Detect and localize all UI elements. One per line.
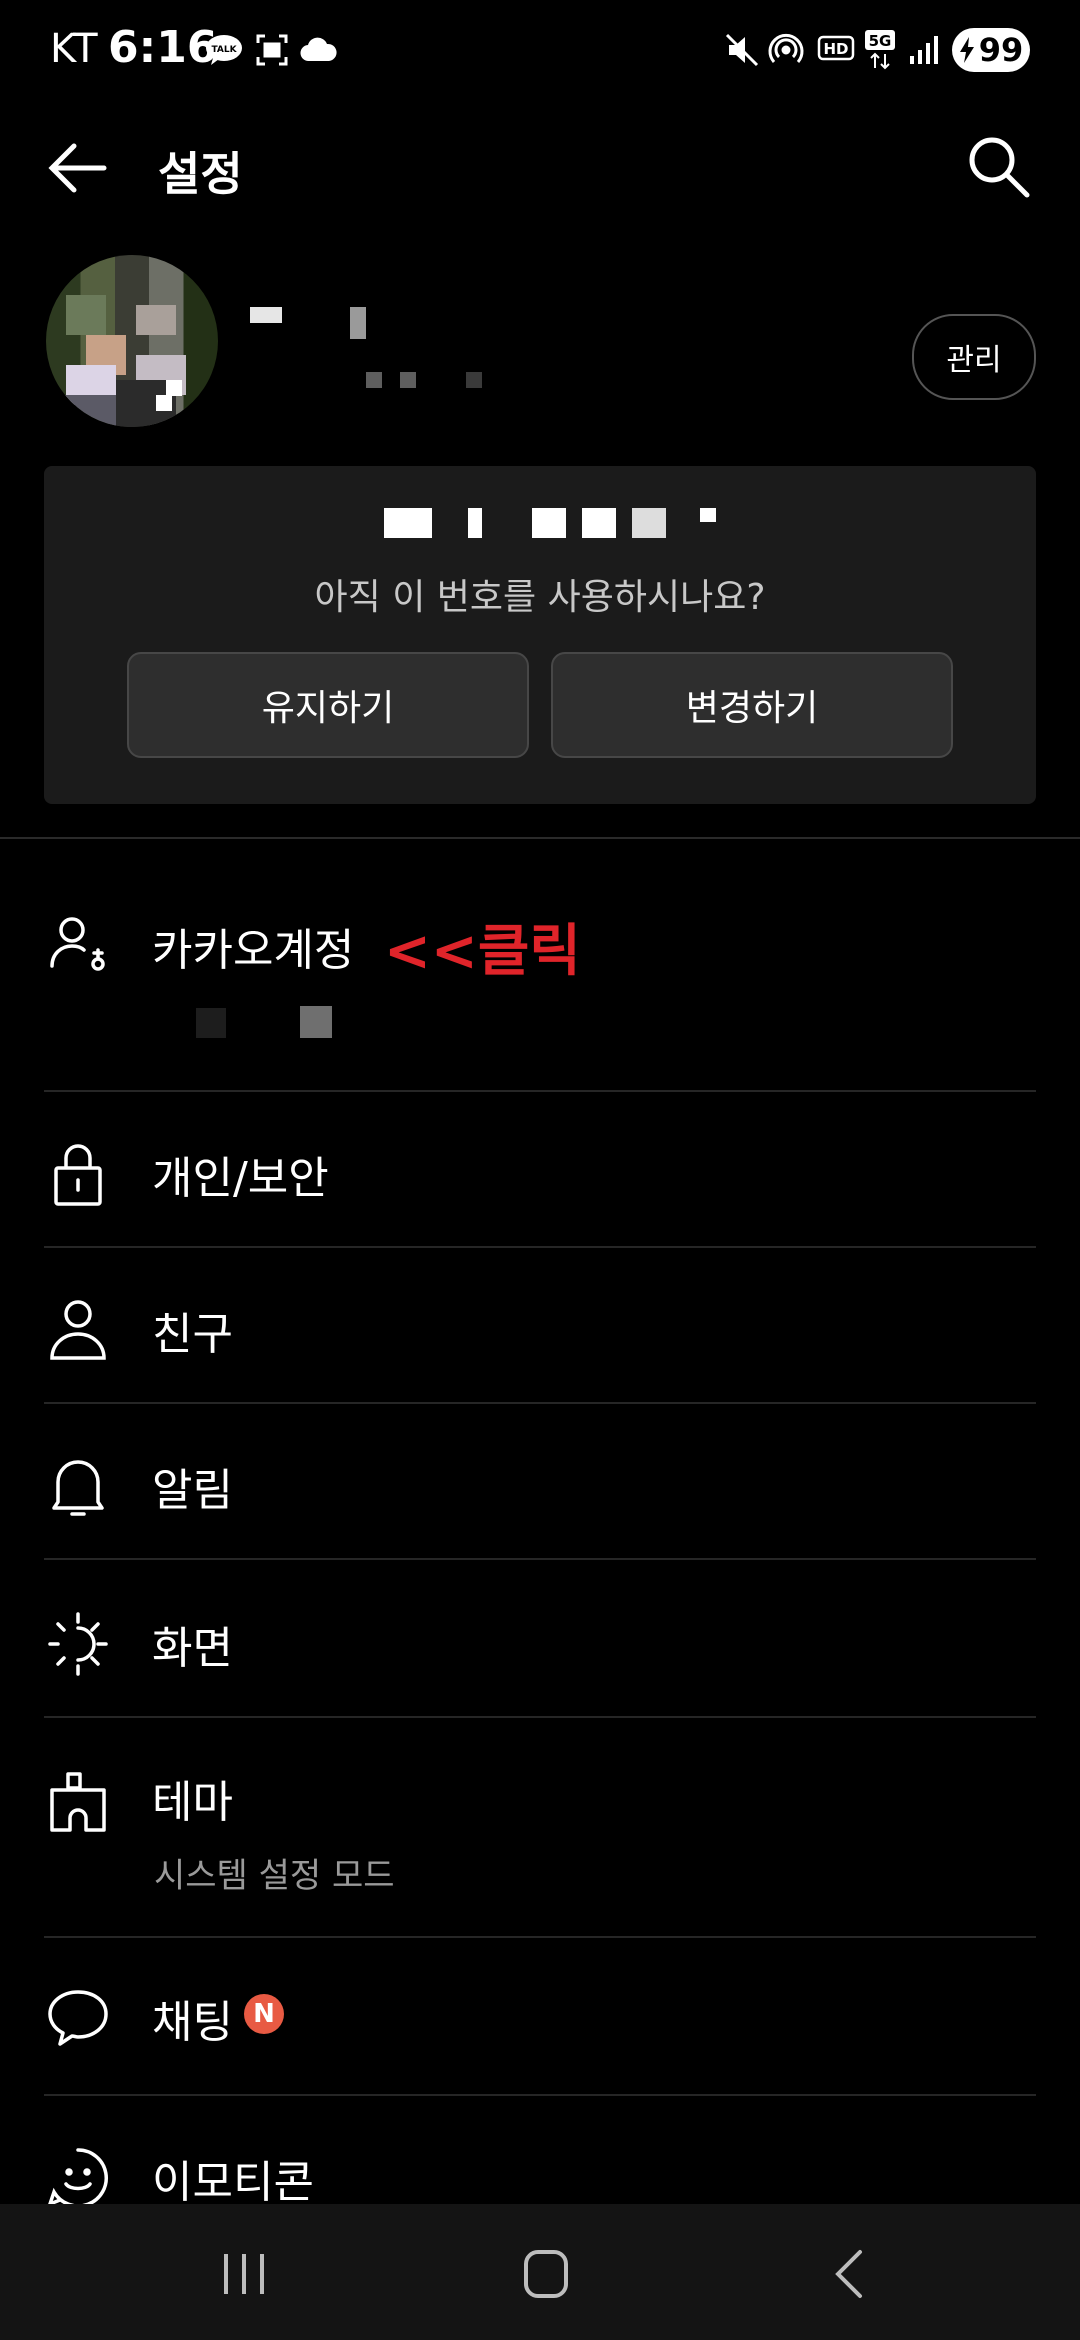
phone-number-redacted-2 (468, 508, 482, 538)
status-bar: KT 6:16 TALK HD 5G 99 (0, 0, 1080, 100)
emoticon-icon (44, 2144, 112, 2212)
carrier-label: KT (50, 26, 98, 72)
account-email-redacted-2 (300, 1006, 332, 1038)
menu-label-kakao-account: 카카오계정 (152, 925, 355, 976)
hd-icon: HD (816, 30, 856, 70)
profile-id-redacted-3 (466, 372, 482, 388)
menu-label-privacy-security: 개인/보안 (152, 1153, 329, 1204)
phone-number-redacted (384, 508, 432, 538)
profile-id-redacted (366, 372, 382, 388)
theme-icon (44, 1768, 112, 1836)
profile-id-redacted-2 (400, 372, 416, 388)
home-icon (524, 2250, 568, 2298)
recents-button[interactable] (204, 2242, 284, 2306)
signal-icon (906, 30, 942, 70)
page-title: 설정 (158, 147, 243, 201)
theme-mode-subtitle: 시스템 설정 모드 (154, 1856, 395, 1896)
number-question-text: 아직 이 번호를 사용하시나요? (314, 577, 766, 618)
nav-back-icon (835, 2250, 862, 2298)
clock: 6:16 (108, 22, 218, 73)
battery-icon: 99 (952, 28, 1030, 72)
menu-item-emoticon[interactable]: 이모티콘 (44, 2096, 1036, 2208)
menu-item-privacy-security[interactable]: 개인/보안 (44, 1092, 1036, 1248)
phone-number-redacted-6 (700, 508, 716, 522)
menu-label-emoticon: 이모티콘 (152, 2157, 314, 2208)
menu-label-display: 화면 (152, 1623, 233, 1674)
recents-icon (224, 2254, 264, 2294)
profile-name-redacted-2 (350, 307, 366, 339)
chat-icon (44, 1984, 112, 2052)
5g-icon: 5G (862, 30, 898, 70)
back-arrow-icon (48, 143, 107, 193)
menu-label-chat: 채팅 (152, 1997, 233, 2048)
menu-item-notifications[interactable]: 알림 (44, 1404, 1036, 1560)
brightness-icon (44, 1610, 112, 1678)
phone-number-redacted-3 (532, 508, 566, 538)
profile-name-redacted (250, 307, 282, 323)
keep-number-button[interactable]: 유지하기 (127, 652, 529, 758)
menu-item-display[interactable]: 화면 (44, 1560, 1036, 1718)
section-divider (0, 837, 1080, 839)
svg-text:5G: 5G (869, 32, 892, 50)
avatar[interactable] (46, 255, 218, 427)
svg-text:TALK: TALK (211, 45, 237, 55)
search-button[interactable] (962, 130, 1034, 202)
menu-label-friends: 친구 (152, 1309, 233, 1360)
system-navigation-bar (0, 2204, 1080, 2340)
account-icon (44, 912, 112, 980)
mute-icon (724, 30, 760, 70)
menu-item-kakao-account[interactable]: 카카오계정 <<클릭 (44, 900, 1036, 1092)
click-annotation: <<클릭 (384, 919, 581, 984)
person-icon (44, 1296, 112, 1364)
back-button[interactable] (44, 132, 116, 204)
phone-number-redacted-5 (632, 508, 666, 538)
menu-label-notifications: 알림 (152, 1465, 233, 1516)
new-badge: N (244, 1994, 284, 2034)
menu-item-theme[interactable]: 테마 시스템 설정 모드 (44, 1718, 1036, 1938)
hotspot-icon (766, 30, 806, 70)
lock-icon (44, 1140, 112, 1208)
phone-number-redacted-4 (582, 508, 616, 538)
menu-label-theme: 테마 (152, 1777, 233, 1828)
change-number-button[interactable]: 변경하기 (551, 652, 953, 758)
battery-level: 99 (978, 31, 1024, 69)
menu-item-friends[interactable]: 친구 (44, 1248, 1036, 1404)
svg-text:HD: HD (823, 40, 848, 58)
cloud-icon (298, 30, 338, 70)
search-icon (969, 137, 1030, 198)
nav-back-button[interactable] (810, 2242, 890, 2306)
home-button[interactable] (506, 2242, 586, 2306)
menu-item-chat[interactable]: 채팅 N (44, 1938, 1036, 2096)
talk-icon: TALK (204, 30, 244, 70)
account-email-redacted (196, 1008, 226, 1038)
bell-icon (44, 1452, 112, 1520)
manage-button[interactable]: 관리 (912, 314, 1036, 400)
screenshot-icon (254, 30, 290, 70)
